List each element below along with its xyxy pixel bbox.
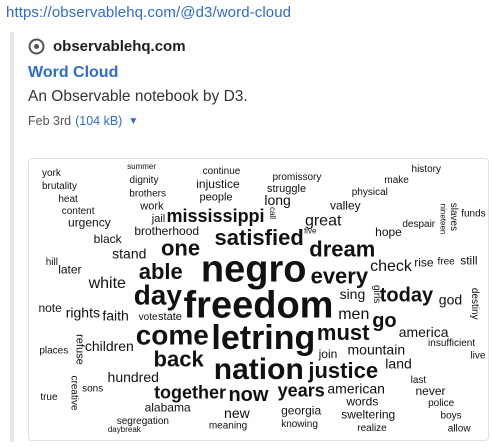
meta-row: Feb 3rd (104 kB) ▼ xyxy=(28,114,486,128)
word-cloud-word: letring xyxy=(211,319,315,357)
word-cloud-word: refuse xyxy=(73,334,85,365)
word-cloud-word: rights xyxy=(66,304,100,320)
word-cloud-word: allow xyxy=(448,423,472,434)
word-cloud-word: knowing xyxy=(281,419,318,430)
chevron-down-icon[interactable]: ▼ xyxy=(128,116,138,127)
word-cloud-word: negro xyxy=(201,248,307,290)
word-cloud-word: despair xyxy=(402,219,435,230)
word-cloud-word: brothers xyxy=(129,188,166,199)
word-cloud-word: brutality xyxy=(42,181,77,192)
word-cloud-word: dignity xyxy=(130,175,159,186)
word-cloud-word: state xyxy=(158,311,182,323)
word-cloud-preview-image[interactable]: freedom negro letring nation come day satisfie… xyxy=(28,158,489,441)
word-cloud-word: five xyxy=(304,227,317,236)
word-cloud-word: physical xyxy=(352,187,388,198)
word-cloud-word: back xyxy=(154,346,205,371)
word-cloud-word: hill xyxy=(46,257,58,268)
word-cloud-word: able xyxy=(139,259,183,284)
word-cloud-word: live xyxy=(470,351,485,362)
word-cloud-word: day xyxy=(134,280,183,311)
link-preview-card: observablehq.com Word Cloud An Observabl… xyxy=(10,32,489,442)
word-cloud-word: children xyxy=(85,338,134,354)
word-cloud-word: content xyxy=(62,206,95,217)
word-cloud-word: slaves xyxy=(448,203,459,231)
notebook-description: An Observable notebook by D3. xyxy=(28,88,248,105)
word-cloud-svg: freedomnegroletringnationcomedaysatisfie… xyxy=(38,162,485,434)
word-cloud-word: meaning xyxy=(209,420,247,431)
word-cloud-word: people xyxy=(199,191,232,203)
word-cloud-word: every xyxy=(311,263,369,288)
word-cloud-word: continue xyxy=(203,166,241,177)
word-cloud-word: sing xyxy=(340,286,366,302)
word-cloud-word: god xyxy=(439,292,462,308)
word-cloud-word: true xyxy=(40,392,58,403)
file-size: (104 kB) xyxy=(75,114,123,128)
word-cloud-word: injustice xyxy=(196,177,240,191)
word-cloud-word: later xyxy=(58,263,81,277)
word-cloud-word: men xyxy=(338,306,369,323)
word-cloud-word: land xyxy=(385,356,411,372)
word-cloud-word: rise xyxy=(414,256,434,270)
word-cloud-word: creative xyxy=(68,376,79,411)
word-cloud-word: faith xyxy=(102,307,128,323)
word-cloud-word: alabama xyxy=(145,400,191,414)
word-cloud-word: valley xyxy=(330,199,361,213)
word-cloud-word: free xyxy=(437,256,455,267)
word-cloud-word: insufficient xyxy=(428,338,475,349)
word-cloud-word: one xyxy=(161,236,200,261)
word-cloud-word: still xyxy=(460,254,477,268)
publish-date: Feb 3rd xyxy=(28,114,72,128)
word-cloud-word: vote xyxy=(139,312,158,323)
notebook-title-link[interactable]: Word Cloud xyxy=(28,64,486,82)
word-cloud-word: check xyxy=(370,258,413,275)
word-cloud-word: promissory xyxy=(272,172,321,183)
word-cloud-word: heat xyxy=(58,194,78,205)
word-cloud-word: note xyxy=(38,301,62,315)
word-cloud-word: stand xyxy=(112,246,146,262)
word-cloud-word: make xyxy=(384,175,409,186)
word-cloud-word: call xyxy=(268,207,277,219)
word-cloud-word: brotherhood xyxy=(134,224,199,238)
word-cloud-word: places xyxy=(39,345,68,356)
word-cloud-word: work xyxy=(139,201,164,213)
word-cloud-word: black xyxy=(94,232,123,246)
word-cloud-word: hundred xyxy=(108,369,159,385)
site-name: observablehq.com xyxy=(53,37,186,55)
word-cloud-word: realize xyxy=(357,423,387,434)
word-cloud-word: nineteen xyxy=(438,204,447,235)
word-cloud-word: dream xyxy=(309,237,375,262)
word-cloud-word: new xyxy=(224,405,251,421)
notebook-url-link[interactable]: https://observablehq.com/@d3/word-cloud xyxy=(6,4,291,21)
word-cloud-word: now xyxy=(228,384,268,406)
word-cloud-word: sweltering xyxy=(341,407,395,421)
word-cloud-word: struggle xyxy=(267,183,306,195)
word-cloud-word: justice xyxy=(307,358,378,383)
word-cloud-word: years xyxy=(278,381,325,401)
word-cloud-word: georgia xyxy=(281,404,321,418)
word-cloud-word: sons xyxy=(82,384,103,395)
word-cloud-word: hope xyxy=(375,225,402,239)
word-cloud-word: girls xyxy=(371,285,382,303)
word-cloud-word: boys xyxy=(441,411,462,422)
word-cloud-word: destiny xyxy=(469,288,480,320)
word-cloud-word: satisfied xyxy=(215,225,304,250)
word-cloud-word: never xyxy=(416,384,446,398)
word-cloud-word: funds xyxy=(461,208,485,219)
word-cloud-word: urgency xyxy=(68,216,111,230)
word-cloud-word: today xyxy=(380,285,434,307)
word-cloud-word: daybreak xyxy=(108,425,142,434)
word-cloud-word: white xyxy=(88,275,126,292)
word-cloud-word: join xyxy=(318,347,338,361)
word-cloud-word: police xyxy=(428,398,455,409)
word-cloud-word: go xyxy=(372,310,396,332)
site-row: observablehq.com xyxy=(28,34,486,58)
word-cloud-word: summer xyxy=(127,162,156,171)
observable-logo-icon xyxy=(28,38,45,54)
word-cloud-word: jail xyxy=(151,213,165,225)
word-cloud-word: history xyxy=(412,164,441,175)
word-cloud-word: york xyxy=(42,168,62,179)
